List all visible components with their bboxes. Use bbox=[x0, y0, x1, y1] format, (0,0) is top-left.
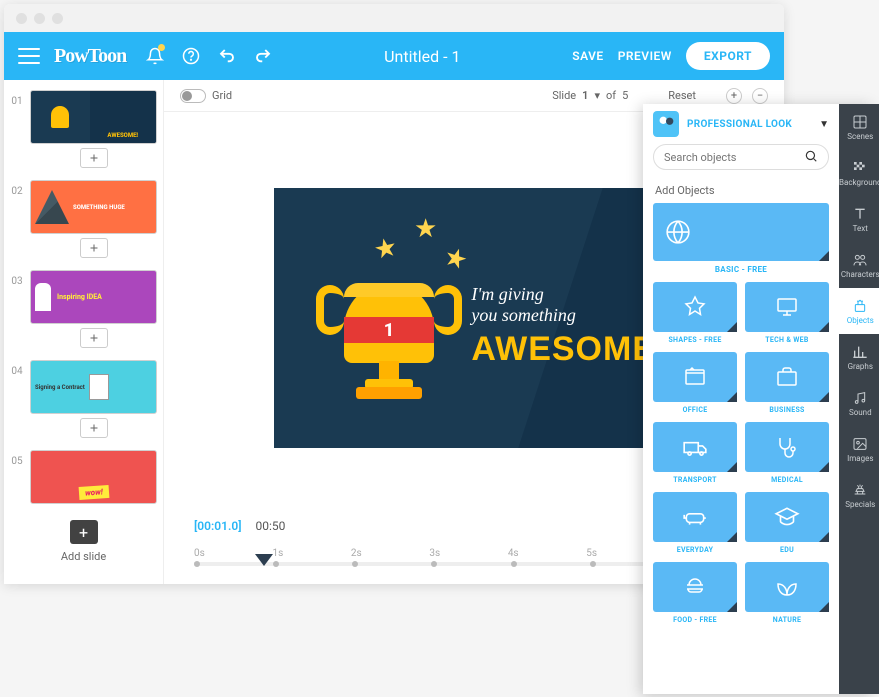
slide-thumb-4[interactable]: Signing a Contract bbox=[30, 360, 157, 414]
menu-icon[interactable] bbox=[18, 48, 40, 64]
category-food[interactable] bbox=[653, 562, 737, 612]
slide-current[interactable]: 1 bbox=[582, 89, 588, 102]
slide-text[interactable]: I'm giving you something AWESOME bbox=[471, 284, 656, 369]
category-nature[interactable] bbox=[745, 562, 829, 612]
grid-label: Grid bbox=[212, 89, 232, 102]
canvas-stage[interactable]: ★ ★ ★ 1 I'm giv bbox=[274, 188, 674, 448]
slide-thumb-1[interactable]: AWESOME! bbox=[30, 90, 157, 144]
add-slide: + Add slide bbox=[10, 520, 157, 563]
rail-background[interactable]: Background bbox=[839, 150, 879, 196]
slide-number: 03 bbox=[10, 276, 24, 287]
topbar-icons bbox=[146, 47, 272, 65]
slide-thumb-5[interactable]: wow! bbox=[30, 450, 157, 504]
rail-images[interactable]: Images bbox=[839, 426, 879, 472]
star-icon: ★ bbox=[414, 214, 437, 244]
objects-panel: PROFESSIONAL LOOK ▼ Add Objects BASIC - … bbox=[643, 104, 873, 694]
window-titlebar bbox=[4, 4, 784, 32]
panel-header: PROFESSIONAL LOOK ▼ bbox=[643, 104, 839, 144]
chevron-down-icon[interactable]: ▼ bbox=[819, 119, 829, 130]
undo-icon[interactable] bbox=[218, 47, 236, 65]
slide-number: 02 bbox=[10, 186, 24, 197]
rail-objects[interactable]: Objects bbox=[839, 288, 879, 334]
category-transport[interactable] bbox=[653, 422, 737, 472]
slide-number: 05 bbox=[10, 456, 24, 467]
zoom-out-icon[interactable]: − bbox=[752, 88, 768, 104]
window-dot-min[interactable] bbox=[34, 13, 45, 24]
category-rail: Scenes Background Text Characters Object… bbox=[839, 104, 879, 694]
search-box bbox=[653, 144, 829, 170]
chevron-down-icon[interactable]: ▾ bbox=[594, 89, 600, 102]
star-icon: ★ bbox=[371, 232, 400, 266]
reset-button[interactable]: Reset bbox=[668, 89, 696, 102]
rail-sound[interactable]: Sound bbox=[839, 380, 879, 426]
preview-link[interactable]: PREVIEW bbox=[618, 49, 672, 63]
category-edu[interactable] bbox=[745, 492, 829, 542]
category-office[interactable] bbox=[653, 352, 737, 402]
save-link[interactable]: SAVE bbox=[572, 49, 603, 63]
trophy-graphic[interactable]: 1 bbox=[344, 283, 434, 363]
add-slide-label: Add slide bbox=[10, 550, 157, 563]
section-title: Add Objects bbox=[643, 178, 839, 203]
notifications-icon[interactable] bbox=[146, 47, 164, 65]
zoom-in-icon[interactable]: + bbox=[726, 88, 742, 104]
category-basic[interactable] bbox=[653, 203, 829, 261]
add-slide-button[interactable]: + bbox=[70, 520, 98, 544]
insert-slide-icon[interactable] bbox=[80, 328, 108, 348]
slide-thumb-3[interactable]: Inspiring IDEA bbox=[30, 270, 157, 324]
rail-graphs[interactable]: Graphs bbox=[839, 334, 879, 380]
rail-characters[interactable]: Characters bbox=[839, 242, 879, 288]
search-input[interactable] bbox=[664, 151, 804, 164]
insert-slide-icon[interactable] bbox=[80, 148, 108, 168]
window-dot-max[interactable] bbox=[52, 13, 63, 24]
category-everyday[interactable] bbox=[653, 492, 737, 542]
category-business[interactable] bbox=[745, 352, 829, 402]
insert-slide-icon[interactable] bbox=[80, 238, 108, 258]
topbar: PowToon Untitled - 1 SAVE PREVIEW EXPORT bbox=[4, 32, 784, 80]
timeline-duration: 00:50 bbox=[256, 519, 286, 533]
slide-thumb-2[interactable]: SOMETHING HUGE bbox=[30, 180, 157, 234]
slide-indicator: Slide 1 ▾ of 5 bbox=[552, 89, 628, 102]
logo: PowToon bbox=[54, 45, 126, 68]
window-dot-close[interactable] bbox=[16, 13, 27, 24]
timeline-time: [00:01.0] bbox=[194, 519, 242, 533]
slide-number: 04 bbox=[10, 366, 24, 377]
export-button[interactable]: EXPORT bbox=[686, 42, 770, 70]
rail-scenes[interactable]: Scenes bbox=[839, 104, 879, 150]
redo-icon[interactable] bbox=[254, 47, 272, 65]
category-shapes[interactable] bbox=[653, 282, 737, 332]
grid-toggle[interactable] bbox=[180, 89, 206, 103]
slides-panel: 01 AWESOME! 02 SOMETHING HUGE 03 bbox=[4, 80, 164, 584]
objects-grid: BASIC - FREE SHAPES - FREETECH & WEB OFF… bbox=[643, 203, 839, 694]
look-label[interactable]: PROFESSIONAL LOOK bbox=[687, 119, 811, 130]
help-icon[interactable] bbox=[182, 47, 200, 65]
slide-number: 01 bbox=[10, 96, 24, 107]
timeline-playhead[interactable] bbox=[255, 554, 273, 566]
search-icon[interactable] bbox=[804, 148, 818, 167]
star-icon: ★ bbox=[440, 241, 471, 277]
document-title[interactable]: Untitled - 1 bbox=[272, 47, 572, 66]
category-medical[interactable] bbox=[745, 422, 829, 472]
look-avatar-icon[interactable] bbox=[653, 111, 679, 137]
rail-text[interactable]: Text bbox=[839, 196, 879, 242]
insert-slide-icon[interactable] bbox=[80, 418, 108, 438]
rail-specials[interactable]: Specials bbox=[839, 472, 879, 518]
category-tech[interactable] bbox=[745, 282, 829, 332]
